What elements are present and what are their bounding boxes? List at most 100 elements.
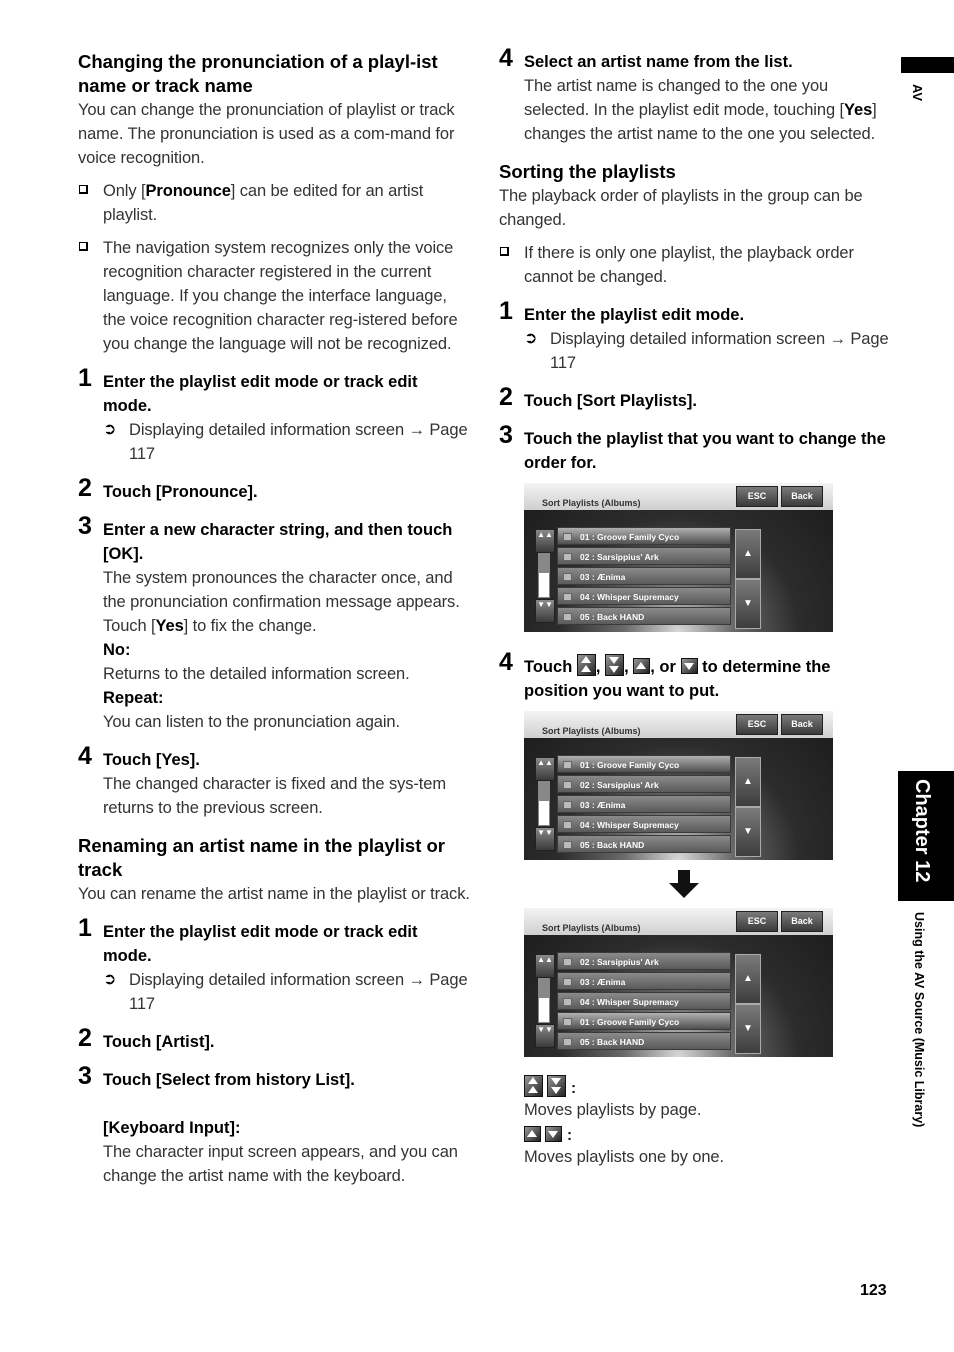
step-number: 4 (499, 648, 513, 676)
up-icon (524, 1126, 541, 1142)
playlist-row[interactable]: 01 : Groove Family Cyco (557, 1012, 731, 1030)
move-down-button[interactable]: ▼ (735, 579, 761, 629)
back-button[interactable]: Back (781, 911, 823, 932)
playlist-row[interactable]: 03 : Ænima (557, 795, 731, 813)
esc-button[interactable]: ESC (736, 911, 778, 932)
scroll-thumb[interactable] (539, 801, 549, 825)
move-up-button[interactable]: ▲ (735, 757, 761, 807)
note: If there is only one playlist, the playb… (499, 241, 891, 289)
playlist-row[interactable]: 04 : Whisper Supremacy (557, 587, 731, 605)
step-number: 3 (78, 1062, 92, 1090)
page-up-button[interactable]: ▲▲ (535, 529, 555, 553)
page-down-button[interactable]: ▼▼ (535, 1024, 555, 1048)
intro-pronunciation: You can change the pronunciation of play… (78, 101, 455, 167)
esc-button[interactable]: ESC (736, 714, 778, 735)
option-label: No: (103, 641, 131, 659)
step-title: Touch [Pronounce]. (103, 483, 258, 501)
section-marker-bar (901, 57, 954, 73)
album-icon (563, 593, 572, 601)
step-number: 2 (78, 474, 92, 502)
reference-arrow-icon: ➲ (103, 421, 117, 438)
back-button[interactable]: Back (781, 486, 823, 507)
step-title: Touch [Select from history List]. (103, 1071, 355, 1089)
page-up-icon (524, 1075, 543, 1097)
step-number: 2 (499, 383, 513, 411)
step-number: 3 (499, 421, 513, 449)
step-title: Select an artist name from the list. (524, 53, 793, 71)
note: Only [Pronounce] can be edited for an ar… (78, 179, 470, 227)
step: 4 Select an artist name from the list. T… (499, 44, 891, 146)
move-up-button[interactable]: ▲ (735, 529, 761, 579)
down-icon (545, 1126, 563, 1142)
screenshot-after-move: Sort Playlists (Albums) ESC Back ▲▲ ▼▼ 02 : S… (524, 908, 833, 1057)
step: 1 Enter the playlist edit mode or track … (78, 914, 470, 1016)
playlist-list: 02 : Sarsippius' Ark 03 : Ænima 04 : Whisp… (557, 952, 731, 1052)
section-label: AV (910, 84, 925, 102)
playlist-row[interactable]: 02 : Sarsippius' Ark (557, 775, 731, 793)
heading-pronunciation: Changing the pronunciation of a playl-is… (78, 51, 438, 96)
heading-sorting: Sorting the playlists (499, 161, 676, 182)
album-icon (563, 821, 572, 829)
step: 2 Touch [Artist]. (78, 1024, 470, 1054)
move-up-button[interactable]: ▲ (735, 954, 761, 1004)
playlist-row[interactable]: 01 : Groove Family Cyco (557, 755, 731, 773)
playlist-row[interactable]: 01 : Groove Family Cyco (557, 527, 731, 545)
step-body: The system pronounces the character once… (103, 569, 460, 635)
screen-title: Sort Playlists (Albums) (542, 726, 641, 736)
step-title: Enter the playlist edit mode or track ed… (103, 923, 418, 965)
step-number: 4 (78, 742, 92, 770)
intro-sorting: The playback order of playlists in the g… (499, 187, 863, 229)
page-up-button[interactable]: ▲▲ (535, 757, 555, 781)
page-number: 123 (860, 1282, 887, 1299)
move-down-button[interactable]: ▼ (735, 807, 761, 857)
step-number: 1 (78, 914, 92, 942)
option-text: The character input screen appears, and … (103, 1143, 458, 1185)
step: 4 Touch [Yes]. The changed character is … (78, 742, 470, 820)
playlist-row[interactable]: 05 : Back HAND (557, 1032, 731, 1050)
page-down-icon (605, 654, 625, 676)
legend-text: Moves playlists one by one. (524, 1148, 724, 1166)
note: The navigation system recognizes only th… (78, 236, 470, 356)
back-button[interactable]: Back (781, 714, 823, 735)
album-icon (563, 841, 572, 849)
option-label: Repeat: (103, 689, 164, 707)
album-icon (563, 978, 572, 986)
move-down-button[interactable]: ▼ (735, 1004, 761, 1054)
reference-arrow-icon: ➲ (103, 971, 117, 988)
album-icon (563, 761, 572, 769)
reference-arrow-icon: ➲ (524, 330, 538, 347)
heading-renaming: Renaming an artist name in the playlist … (78, 835, 446, 880)
album-icon (563, 573, 572, 581)
playlist-row[interactable]: 02 : Sarsippius' Ark (557, 952, 731, 970)
page-down-button[interactable]: ▼▼ (535, 599, 555, 623)
step: 1 Enter the playlist edit mode. ➲ Display… (499, 297, 891, 375)
album-icon (563, 533, 572, 541)
up-icon (633, 658, 651, 674)
step-title: Touch , , , or to determine the position… (524, 654, 891, 703)
playlist-row[interactable]: 04 : Whisper Supremacy (557, 992, 731, 1010)
step-number: 1 (78, 364, 92, 392)
left-column: Changing the pronunciation of a playl-is… (78, 50, 470, 1188)
playlist-row[interactable]: 02 : Sarsippius' Ark (557, 547, 731, 565)
playlist-row[interactable]: 04 : Whisper Supremacy (557, 815, 731, 833)
cross-reference: ➲ Displaying detailed information screen … (103, 968, 470, 1016)
step: 2 Touch [Sort Playlists]. (499, 383, 891, 413)
transition-arrow-icon (668, 870, 699, 900)
step-title: Touch [Yes]. (103, 751, 200, 769)
scroll-thumb[interactable] (539, 573, 549, 597)
step-body: The changed character is fixed and the s… (103, 775, 446, 817)
page-up-button[interactable]: ▲▲ (535, 954, 555, 978)
legend-text: Moves playlists by page. (524, 1101, 702, 1119)
down-icon (680, 658, 698, 674)
playlist-row[interactable]: 03 : Ænima (557, 972, 731, 990)
scroll-thumb[interactable] (539, 998, 549, 1022)
playlist-row[interactable]: 05 : Back HAND (557, 607, 731, 625)
page-down-button[interactable]: ▼▼ (535, 827, 555, 851)
playlist-row[interactable]: 03 : Ænima (557, 567, 731, 585)
step-number: 2 (78, 1024, 92, 1052)
option-text: You can listen to the pronunciation agai… (103, 713, 400, 731)
step: 3 Enter a new character string, and then… (78, 512, 470, 734)
cross-reference: ➲ Displaying detailed information screen … (103, 418, 470, 466)
playlist-row[interactable]: 05 : Back HAND (557, 835, 731, 853)
esc-button[interactable]: ESC (736, 486, 778, 507)
